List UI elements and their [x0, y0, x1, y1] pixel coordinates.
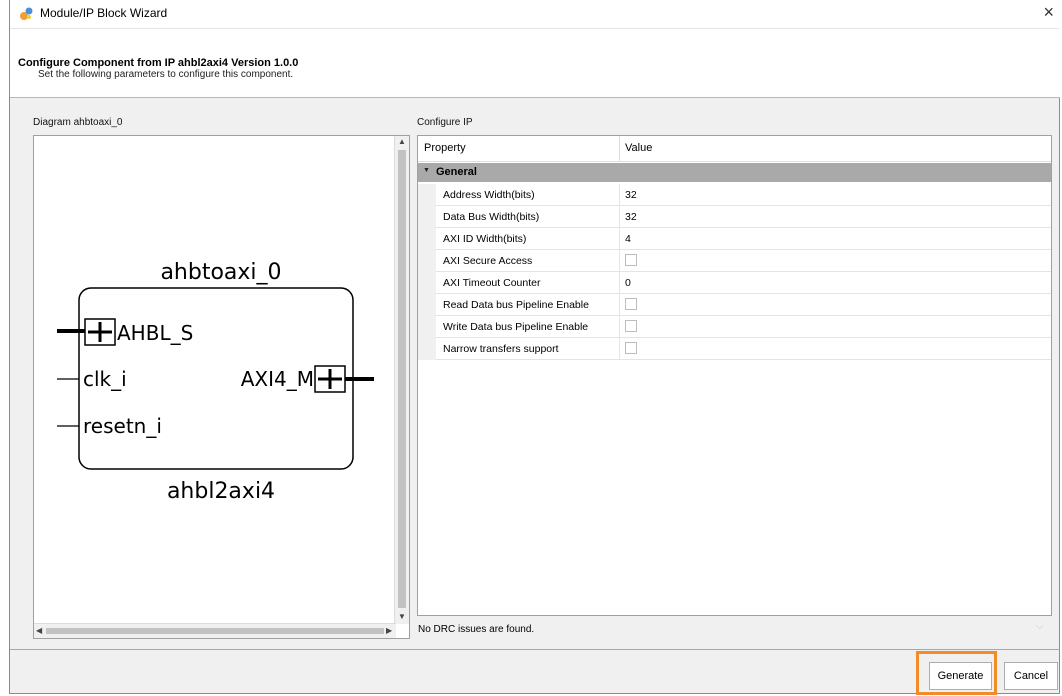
- module-name: ahbl2axi4: [167, 479, 275, 504]
- property-row[interactable]: AXI ID Width(bits) 4: [418, 228, 1051, 250]
- block-diagram: ahbtoaxi_0 ahbl2axi4 AHBL_S clk_i resetn…: [57, 260, 374, 504]
- wizard-header: Configure Component from IP ahbl2axi4 Ve…: [10, 29, 1060, 98]
- scroll-left-icon[interactable]: ◀: [36, 626, 42, 635]
- property-value[interactable]: 0: [625, 277, 631, 289]
- column-property[interactable]: Property: [424, 142, 466, 154]
- property-row[interactable]: Data Bus Width(bits) 32: [418, 206, 1051, 228]
- header-subtitle: Set the following parameters to configur…: [38, 69, 294, 80]
- secure-access-checkbox[interactable]: [625, 254, 637, 266]
- title-bar: Module/IP Block Wizard ×: [10, 0, 1060, 29]
- property-name: Address Width(bits): [443, 189, 535, 201]
- vertical-scroll-thumb[interactable]: [398, 150, 406, 608]
- property-name: Narrow transfers support: [443, 343, 559, 355]
- scroll-up-icon[interactable]: ▲: [398, 137, 406, 146]
- group-general[interactable]: ▼ General: [418, 163, 1051, 182]
- property-name: Read Data bus Pipeline Enable: [443, 299, 589, 311]
- header-title: Configure Component from IP ahbl2axi4 Ve…: [18, 57, 299, 69]
- grid-header: Property Value: [418, 136, 1051, 162]
- property-row[interactable]: Narrow transfers support: [418, 338, 1051, 360]
- read-pipeline-checkbox[interactable]: [625, 298, 637, 310]
- port-axi4-m: AXI4_M: [241, 367, 314, 391]
- property-row[interactable]: Read Data bus Pipeline Enable: [418, 294, 1051, 316]
- diagram-label: Diagram ahbtoaxi_0: [33, 117, 123, 128]
- vertical-scrollbar[interactable]: ▲ ▼: [394, 136, 409, 624]
- configure-label: Configure IP: [417, 117, 473, 128]
- instance-name: ahbtoaxi_0: [160, 260, 281, 285]
- property-name: Data Bus Width(bits): [443, 211, 540, 223]
- scroll-right-icon[interactable]: ▶: [386, 626, 392, 635]
- generate-highlight: [916, 651, 997, 695]
- property-name: AXI Secure Access: [443, 255, 533, 267]
- horizontal-scrollbar[interactable]: ◀ ▶: [34, 623, 396, 638]
- property-grid: Property Value ▼ General Address Width(b…: [417, 135, 1052, 616]
- chevron-down-icon[interactable]: ⌵: [1036, 621, 1044, 632]
- write-pipeline-checkbox[interactable]: [625, 320, 637, 332]
- property-row[interactable]: Address Width(bits) 32: [418, 184, 1051, 206]
- property-row[interactable]: AXI Secure Access: [418, 250, 1051, 272]
- property-value[interactable]: 32: [625, 211, 637, 223]
- property-row[interactable]: AXI Timeout Counter 0: [418, 272, 1051, 294]
- property-row[interactable]: Write Data bus Pipeline Enable: [418, 316, 1051, 338]
- property-name: AXI ID Width(bits): [443, 233, 527, 245]
- property-value[interactable]: 32: [625, 189, 637, 201]
- plus-icon[interactable]: [84, 318, 116, 346]
- port-ahbl-s: AHBL_S: [117, 321, 193, 345]
- expand-triangle-icon[interactable]: ▼: [423, 167, 430, 174]
- property-value[interactable]: 4: [625, 233, 631, 245]
- cancel-button[interactable]: Cancel: [1004, 662, 1058, 690]
- port-resetn-i: resetn_i: [83, 414, 162, 438]
- close-icon[interactable]: ×: [1043, 2, 1054, 23]
- diagram-panel[interactable]: ahbtoaxi_0 ahbl2axi4 AHBL_S clk_i resetn…: [33, 135, 410, 639]
- drc-status: No DRC issues are found.: [418, 624, 535, 635]
- port-clk-i: clk_i: [83, 367, 127, 391]
- horizontal-scroll-thumb[interactable]: [46, 628, 384, 634]
- window-title: Module/IP Block Wizard: [40, 6, 168, 20]
- footer-divider: [10, 649, 1060, 650]
- narrow-transfers-checkbox[interactable]: [625, 342, 637, 354]
- wizard-app-icon: [20, 7, 33, 20]
- group-label: General: [436, 166, 477, 178]
- plus-icon[interactable]: [314, 365, 346, 393]
- column-value[interactable]: Value: [625, 142, 652, 154]
- property-name: Write Data bus Pipeline Enable: [443, 321, 589, 333]
- scroll-down-icon[interactable]: ▼: [398, 612, 406, 621]
- property-name: AXI Timeout Counter: [443, 277, 541, 289]
